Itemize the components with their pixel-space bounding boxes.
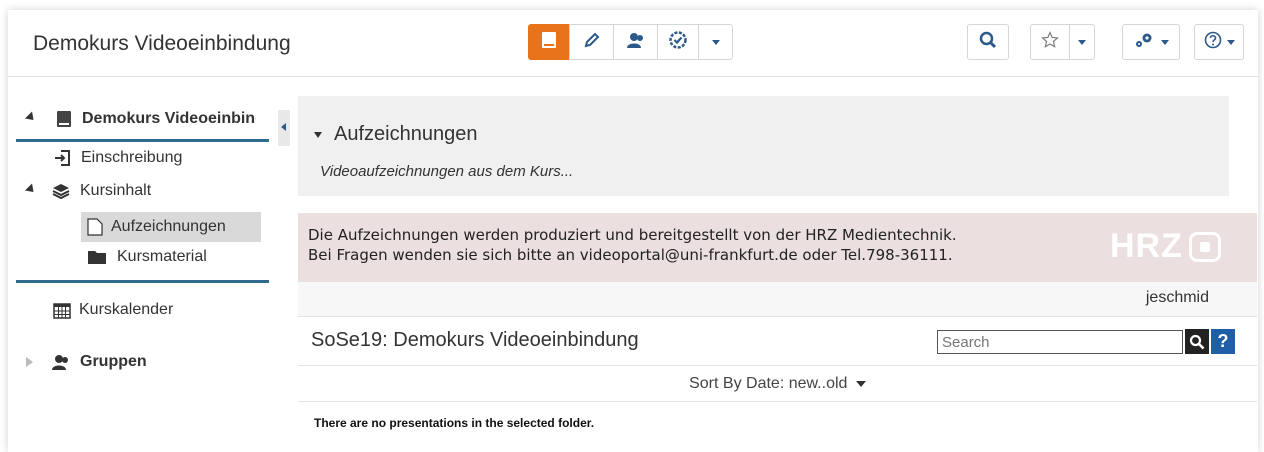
bookmark-button[interactable]: [1030, 24, 1070, 60]
help-dropdown-button[interactable]: [1194, 24, 1244, 60]
sidebar-collapse-handle[interactable]: [278, 110, 290, 146]
help-circle-icon: [1204, 31, 1222, 54]
tree-item-label: Demokurs Videoeinbindung: [82, 110, 256, 127]
search-input[interactable]: [937, 330, 1183, 354]
info-banner: Die Aufzeichnungen werden produziert und…: [298, 213, 1257, 282]
record-dot: [1199, 241, 1210, 252]
chevron-left-icon: [281, 123, 286, 131]
tree-item-label: Kursinhalt: [80, 182, 152, 199]
folder-title-row: SoSe19: Demokurs Videoeinbindung ?: [298, 316, 1257, 366]
gears-icon: [1134, 31, 1156, 54]
calendar-icon: [53, 301, 71, 319]
folder-icon: [87, 249, 107, 265]
tree-item-content[interactable]: Kursinhalt: [24, 182, 152, 200]
chevron-down-icon: [1226, 39, 1235, 45]
enroll-icon: [53, 149, 71, 167]
search-button[interactable]: [967, 24, 1009, 60]
sort-control[interactable]: Sort By Date: new..old: [298, 375, 1257, 393]
users-icon: [626, 31, 646, 54]
section-header: Aufzeichnungen Videoaufzeichnungen aus d…: [298, 96, 1229, 196]
tree-item-recordings[interactable]: Aufzeichnungen: [81, 212, 261, 242]
tree-item-course[interactable]: Demokurs Videoeinbindung: [24, 110, 256, 128]
page-icon: [87, 218, 103, 236]
tree-item-label: Kursmaterial: [117, 248, 207, 265]
help-button[interactable]: ?: [1211, 329, 1235, 354]
header-bar: Demokurs Videoeinbindung: [8, 10, 1258, 77]
tree-item-calendar[interactable]: Kurskalender: [53, 301, 173, 319]
members-button[interactable]: [613, 24, 658, 60]
pencil-icon: [583, 31, 601, 54]
book-icon: [56, 110, 72, 128]
tree-item-material[interactable]: Kursmaterial: [87, 248, 207, 266]
settings-dropdown-button[interactable]: [1122, 24, 1180, 60]
badge-check-icon: [669, 30, 687, 54]
tree-divider: [16, 139, 269, 142]
chevron-down-icon: [1078, 39, 1086, 45]
section-title: Aufzeichnungen: [334, 123, 478, 145]
chevron-down-icon: [1160, 39, 1169, 45]
chevron-down-icon: [855, 380, 866, 387]
chevron-down-icon: [314, 131, 322, 138]
folder-title: SoSe19: Demokurs Videoeinbindung: [311, 329, 639, 351]
tree-item-groups[interactable]: Gruppen: [26, 353, 147, 371]
sort-label: Sort By Date: new..old: [689, 375, 848, 392]
logo-text: HRZ: [1110, 227, 1183, 265]
hrz-logo: HRZ: [1110, 227, 1221, 266]
tree-item-enrollment[interactable]: Einschreibung: [53, 149, 182, 167]
assessment-button[interactable]: [657, 24, 699, 60]
tree-item-label: Einschreibung: [81, 149, 183, 166]
chevron-down-icon: [711, 39, 720, 45]
search-button[interactable]: [1185, 329, 1209, 354]
section-toggle[interactable]: Aufzeichnungen: [314, 123, 477, 146]
info-line: Bei Fragen wenden sie sich bitte an vide…: [308, 246, 953, 264]
username[interactable]: jeschmid: [1146, 289, 1209, 307]
tree-item-label: Aufzeichnungen: [111, 218, 226, 235]
section-description: Videoaufzeichnungen aus dem Kurs...: [320, 163, 574, 180]
content-view-button[interactable]: [528, 24, 570, 60]
user-bar: jeschmid: [298, 282, 1257, 316]
bookmark-dropdown-button[interactable]: [1069, 24, 1095, 60]
layers-icon: [52, 183, 70, 199]
course-title[interactable]: Demokurs Videoeinbindung: [33, 32, 291, 56]
search-icon: [1189, 334, 1205, 350]
tree-item-label: Kurskalender: [79, 301, 174, 318]
course-page: Demokurs Videoeinbindung Demokurs Videoe…: [8, 10, 1258, 452]
expand-toggle-icon[interactable]: [24, 111, 38, 124]
tree-divider: [16, 280, 269, 283]
empty-message: There are no presentations in the select…: [314, 416, 595, 430]
info-line: Die Aufzeichnungen werden produziert und…: [308, 226, 957, 244]
star-icon: [1041, 30, 1059, 54]
info-text: Die Aufzeichnungen werden produziert und…: [308, 225, 957, 265]
group-icon: [51, 353, 71, 371]
sort-row: Sort By Date: new..old: [298, 366, 1257, 402]
record-icon: [1188, 231, 1221, 262]
expand-toggle-icon[interactable]: [26, 357, 33, 367]
edit-button[interactable]: [569, 24, 614, 60]
book-icon: [541, 31, 557, 54]
tree-item-label: Gruppen: [80, 353, 147, 370]
tools-dropdown-button[interactable]: [698, 24, 733, 60]
expand-toggle-icon[interactable]: [24, 183, 38, 196]
search-icon: [979, 31, 997, 54]
